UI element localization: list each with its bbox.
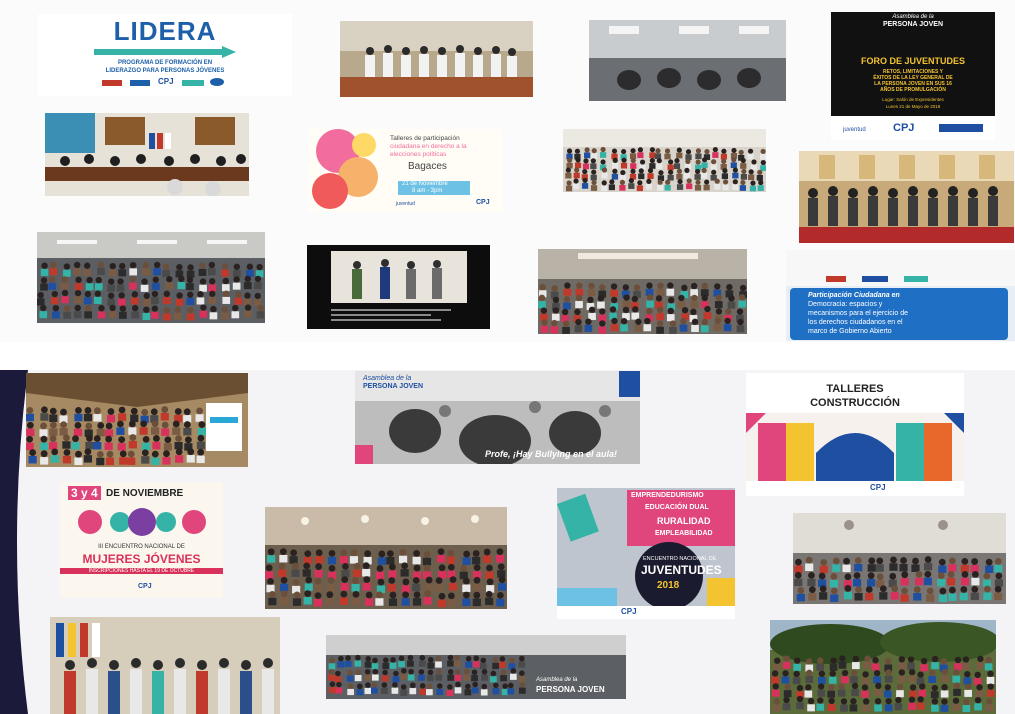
crowd-photo [563,129,766,192]
partner-logo [182,80,204,86]
participacion-title-3: mecanismos para el ejercicio de [808,310,908,317]
flags-group-photo [50,617,280,714]
foro-logo-cpj: CPJ [893,122,915,134]
construccion-title-2: CONSTRUCCIÓN [810,397,900,409]
mujeres-line-3: INSCRIPCIONES HASTA EL 19 DE OCTUBRE [60,568,223,574]
arrow-icon [94,46,236,58]
mujeres-jovenes-poster: 3 y 4 DE NOVIEMBRE III ENCUENTRO NACIONA… [60,482,223,598]
foro-logo-juventud: juventud [843,127,866,133]
flag-logo [102,80,122,86]
foro-place: Lugar: Salón de Expresidentes [882,97,944,102]
outdoor-group-photo [770,620,996,714]
dinner-hall-photo [793,513,1006,604]
mujeres-month: DE NOVIEMBRE [106,488,184,499]
bullying-caption: Profe, ¡Hay Bullying en el aula! [485,449,618,459]
talleres-title-1: Talleres de participación [390,135,460,142]
encuentro-title-1: ENCUENTRO NACIONAL DE [643,556,717,562]
participacion-title-4: los derechos ciudadanos en el [808,319,903,326]
lidera-poster: LIDERA PROGRAMA DE FORMACIÓN EN LIDERAZG… [38,14,292,96]
lidera-logo-cpj: CPJ [158,77,174,86]
lidera-subtitle-2: LIDERAZGO PARA PERSONAS JÓVENES [105,68,225,74]
asamblea-header-1: Asamblea de la [536,677,578,683]
participacion-title-2: Democracia: espacios y [808,301,883,308]
hall-crowd-photo [37,232,265,323]
encuentro-juventudes-poster: EMPRENDEDURISMO EDUCACIÓN DUAL RURALIDAD… [557,488,735,619]
logo-header [786,250,1015,286]
conference-table-photo [45,113,249,196]
lidera-title: LIDERA [113,16,217,46]
meeting-photo [589,20,786,101]
foro-juventudes-poster: Asamblea de la PERSONA JOVEN FORO DE JUV… [831,12,995,140]
construccion-logo-cpj: CPJ [870,483,886,492]
asamblea-persona-joven-photo: Asamblea de la PERSONA JOVEN [326,635,626,699]
partner-logo [210,78,224,86]
presentation-slide-photo [307,245,490,329]
talleres-participacion-poster: Talleres de participación ciudadana en d… [308,129,502,212]
participacion-title-1: Participación Ciudadana en [808,292,900,299]
foro-header-1: Asamblea de la [892,14,934,20]
flag-logo [826,276,846,282]
mujeres-logo-cpj: CPJ [138,583,152,590]
foro-date: Lunes 21 de Mayo de 2018 [885,104,941,109]
logo-strip [557,606,735,619]
encuentro-logo-cpj: CPJ [621,607,637,616]
partner-logo [939,124,983,132]
talleres-title-3: elecciones políticas [390,151,447,158]
bullying-header-1: Asamblea de la [363,375,412,382]
mujeres-days: 3 y 4 [68,486,101,500]
participacion-title-5: marco de Gobierno Abierto [808,328,892,335]
asamblea-header-2: PERSONA JOVEN [536,685,605,694]
talleres-logo-juventud: juventud [396,201,415,207]
talleres-construccion-poster: TALLERES CONSTRUCCIÓN CPJ [746,373,964,496]
talleres-place: Bagaces [408,161,447,172]
audience-photo [538,249,747,334]
foro-title: FORO DE JUVENTUDES [860,56,965,66]
lidera-subtitle-1: PROGRAMA DE FORMACIÓN EN [117,60,213,66]
mujeres-line-2: MUJERES JÓVENES [82,552,201,566]
encuentro-title-2: JUVENTUDES [641,563,722,577]
participacion-ciudadana-slide: Participación Ciudadana en Democracia: e… [786,250,1015,341]
foro-header-2: PERSONA JOVEN [882,21,944,28]
talleres-time: 8 am - 3pm [412,188,443,194]
ceremony-photo [799,151,1014,243]
foro-line-4: AÑOS DE PROMULGACIÓN [880,87,946,93]
construccion-title-1: TALLERES [826,383,884,395]
ministry-logo [130,80,150,86]
bullying-classroom-photo: Asamblea de la PERSONA JOVEN Profe, ¡Hay… [355,371,640,464]
talleres-logo-cpj: CPJ [476,199,490,206]
talleres-title-2: ciudadana en derecho a la [390,143,467,150]
mujeres-line-1: III ENCUENTRO NACIONAL DE [98,544,185,550]
banquet-hall-photo [265,507,507,609]
pavilion-group-photo [26,373,248,467]
encuentro-year: 2018 [657,580,680,591]
talleres-date: 21 de Noviembre [402,181,448,187]
partner-logo [904,276,928,282]
ministry-logo [862,276,888,282]
group-photo [340,21,533,97]
bullying-header-2: PERSONA JOVEN [363,383,424,390]
